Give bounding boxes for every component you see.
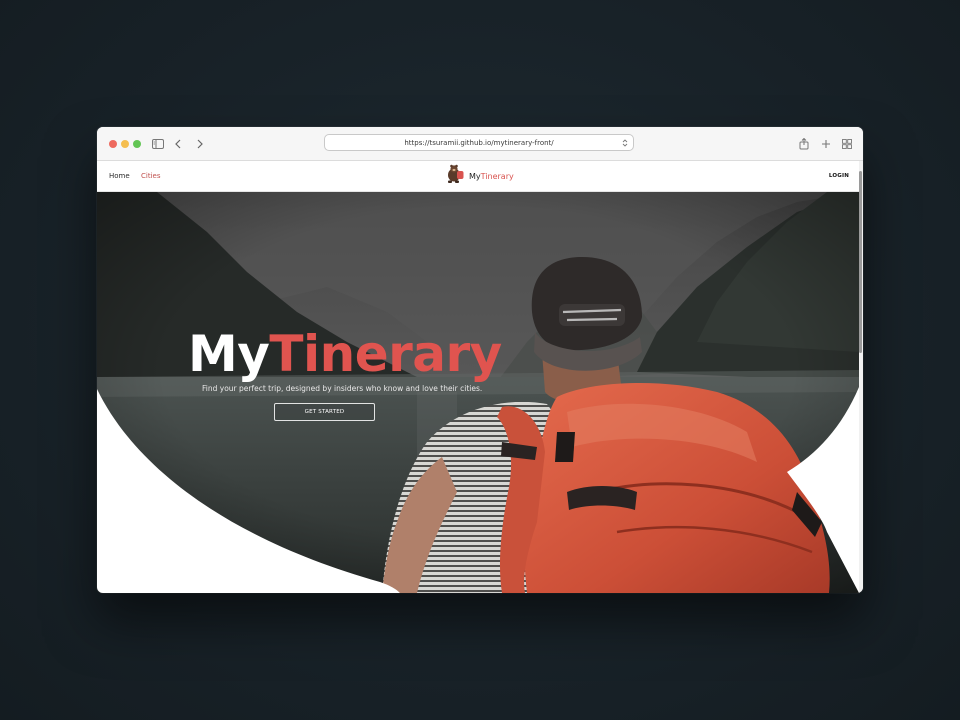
page-scrollbar-thumb[interactable] <box>859 171 862 353</box>
browser-toolbar: https://tsuramii.github.io/mytinerary-fr… <box>97 127 863 161</box>
brand-name-tinerary: Tinerary <box>480 171 514 181</box>
hero-copy: MyTinerary Find your perfect trip, desig… <box>97 192 567 593</box>
address-bar[interactable]: https://tsuramii.github.io/mytinerary-fr… <box>324 134 634 151</box>
brand-name-my: My <box>469 171 481 181</box>
nav-link-home[interactable]: Home <box>109 172 130 180</box>
site-navbar: Home Cities MyTinerary LOGIN <box>97 161 859 192</box>
nav-link-cities[interactable]: Cities <box>141 172 160 180</box>
hero-title-my: My <box>188 325 270 383</box>
hero-title-tinerary: Tinerary <box>269 325 502 383</box>
get-started-button[interactable]: GET STARTED <box>274 403 375 421</box>
minimize-window-button[interactable] <box>121 140 129 148</box>
brand-logo-icon <box>445 164 467 189</box>
tab-overview-icon[interactable] <box>839 136 855 152</box>
close-window-button[interactable] <box>109 140 117 148</box>
back-chevron-icon[interactable] <box>170 136 186 152</box>
browser-window: https://tsuramii.github.io/mytinerary-fr… <box>97 127 863 593</box>
zoom-window-button[interactable] <box>133 140 141 148</box>
hero-section: MyTinerary Find your perfect trip, desig… <box>97 192 859 593</box>
sidebar-toggle-icon[interactable] <box>150 136 166 152</box>
forward-chevron-icon[interactable] <box>192 136 208 152</box>
brand-logo[interactable]: MyTinerary <box>445 164 514 189</box>
new-tab-plus-icon[interactable] <box>818 136 834 152</box>
brand-name: MyTinerary <box>469 172 514 181</box>
hero-subtitle: Find your perfect trip, designed by insi… <box>202 384 483 393</box>
hero-title: MyTinerary <box>188 329 502 379</box>
url-text: https://tsuramii.github.io/mytinerary-fr… <box>404 138 554 147</box>
login-button[interactable]: LOGIN <box>829 173 849 179</box>
share-icon[interactable] <box>796 136 812 152</box>
reload-icon[interactable] <box>620 138 629 147</box>
